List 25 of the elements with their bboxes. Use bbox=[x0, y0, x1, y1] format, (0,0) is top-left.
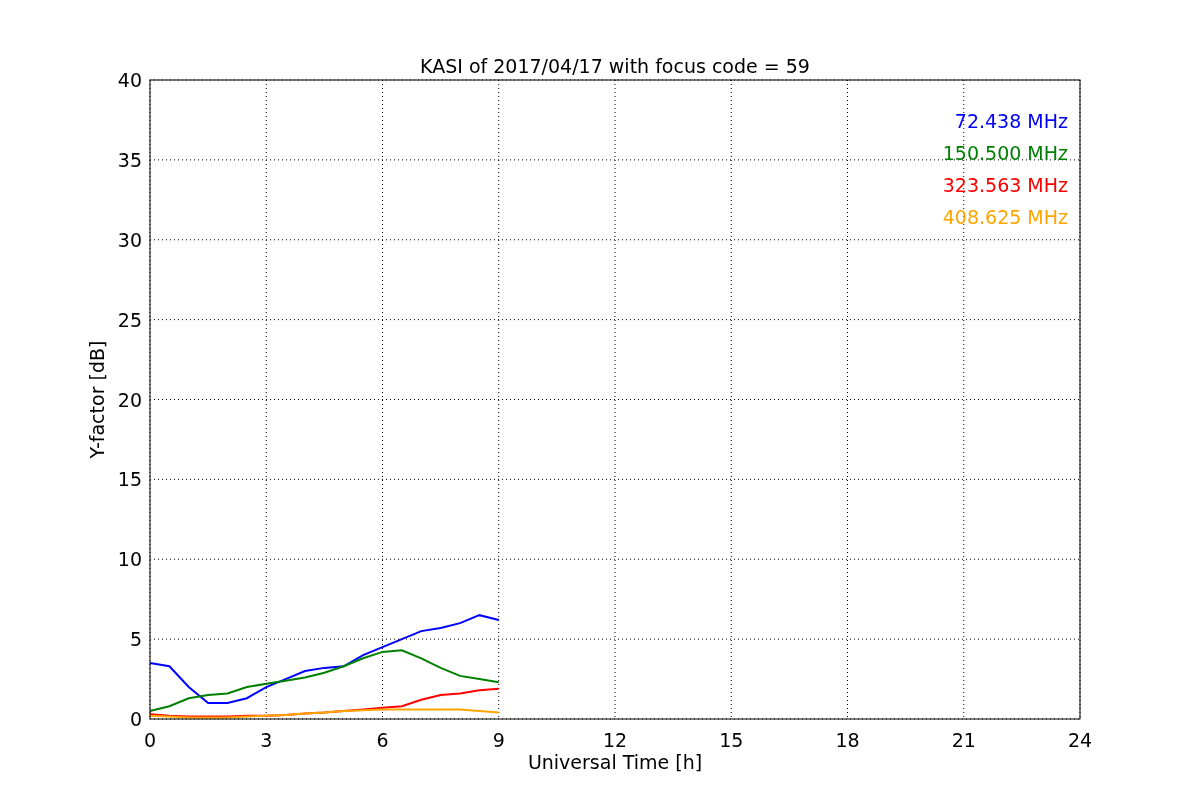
x-axis-label: Universal Time [h] bbox=[527, 751, 703, 773]
y-axis-label: Y-factor [dB] bbox=[86, 340, 108, 459]
tick-label: 9 bbox=[492, 729, 505, 751]
tick-label: 0 bbox=[143, 729, 157, 751]
chart-title: KASI of 2017/04/17 with focus code = 59 bbox=[420, 55, 810, 77]
tick-label: 5 bbox=[129, 628, 142, 651]
legend-label: 323.563 MHz bbox=[942, 174, 1068, 196]
tick-label: 20 bbox=[117, 388, 142, 411]
legend-label: 408.625 MHz bbox=[942, 206, 1068, 228]
tick-label: 15 bbox=[117, 468, 142, 491]
tick-label: 18 bbox=[835, 729, 860, 751]
tick-label: 6 bbox=[376, 729, 389, 751]
tick-label: 10 bbox=[117, 548, 142, 571]
tick-label: 25 bbox=[117, 308, 142, 331]
legend-label: 72.438 MHz bbox=[954, 110, 1068, 132]
tick-label: 12 bbox=[602, 729, 628, 751]
legend-label: 150.500 MHz bbox=[942, 142, 1068, 164]
tick-label: 0 bbox=[129, 708, 142, 730]
tick-label: 40 bbox=[117, 69, 142, 91]
tick-label: 35 bbox=[117, 148, 142, 171]
tick-label: 30 bbox=[117, 228, 142, 251]
tick-label: 3 bbox=[260, 729, 273, 751]
tick-label: 15 bbox=[719, 729, 744, 751]
tick-label: 24 bbox=[1067, 729, 1093, 751]
tick-label: 21 bbox=[951, 729, 976, 751]
